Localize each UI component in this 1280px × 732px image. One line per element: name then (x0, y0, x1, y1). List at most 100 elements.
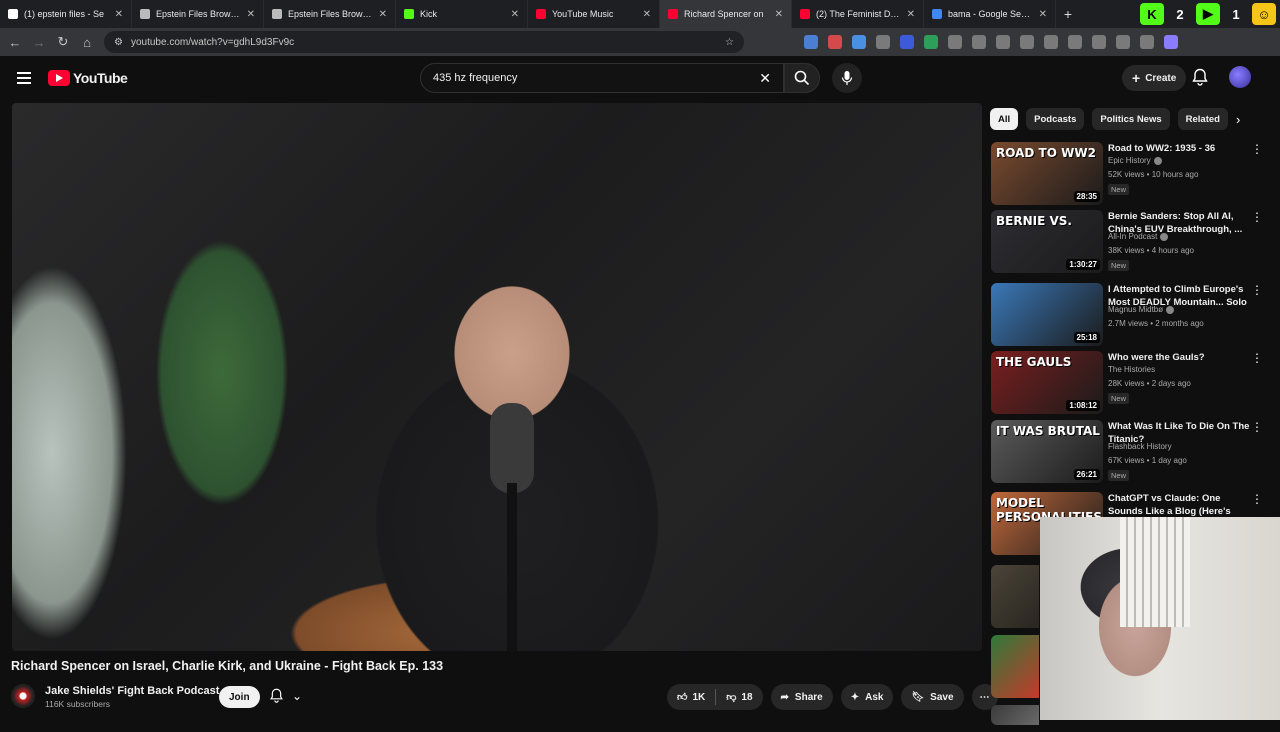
close-tab-icon[interactable]: ✕ (643, 9, 651, 20)
browser-tab[interactable]: (2) The Feminist Debat ✕ (792, 0, 924, 28)
create-button[interactable]: + Create (1122, 65, 1187, 91)
subscription-bell-button[interactable]: ⌄ (269, 688, 302, 703)
more-options-icon[interactable]: ⋮ (1251, 351, 1263, 365)
channel-avatar[interactable] (11, 684, 35, 708)
recommendation-channel-name: Epic History (1108, 156, 1151, 165)
browser-tab[interactable]: Kick ✕ (396, 0, 528, 28)
close-tab-icon[interactable]: ✕ (115, 9, 123, 20)
recommendation-item[interactable]: BERNIE VS. 1:30:27 Bernie Sanders: Stop Al… (991, 210, 1271, 276)
extension-icon[interactable] (900, 35, 914, 49)
more-options-icon[interactable]: ⋮ (1251, 210, 1263, 224)
extension-icon[interactable] (828, 35, 842, 49)
browser-tab[interactable]: Epstein Files Browser ✕ (264, 0, 396, 28)
close-tab-icon[interactable]: ✕ (775, 9, 783, 20)
recommendation-thumbnail[interactable]: ROAD TO WW2 28:35 (991, 142, 1103, 205)
chevron-right-icon[interactable]: › (1236, 112, 1240, 127)
tab-title: Epstein Files Browser (288, 9, 373, 19)
more-options-icon[interactable]: ⋮ (1251, 492, 1263, 506)
notifications-bell-icon[interactable] (1192, 68, 1208, 86)
extension-icon[interactable] (948, 35, 962, 49)
extension-icon[interactable] (996, 35, 1010, 49)
account-avatar[interactable] (1229, 66, 1251, 88)
recommendation-title[interactable]: Road to WW2: 1935 - 36 (1108, 142, 1250, 155)
back-icon[interactable]: ← (8, 35, 22, 50)
new-tab-button[interactable]: + (1056, 6, 1080, 22)
browser-tab[interactable]: Richard Spencer on ✕ (660, 0, 792, 28)
extension-icon[interactable] (1116, 35, 1130, 49)
search-button[interactable] (784, 63, 820, 93)
close-tab-icon[interactable]: ✕ (379, 9, 387, 20)
recommendation-thumbnail[interactable] (991, 705, 1039, 725)
voice-search-button[interactable] (832, 63, 862, 93)
extension-2-icon[interactable]: 2 (1168, 3, 1192, 25)
recommendation-channel[interactable]: Magnus Midtbø (1108, 305, 1175, 314)
chip-related[interactable]: Related (1177, 108, 1228, 130)
close-tab-icon[interactable]: ✕ (1039, 9, 1047, 20)
recommendation-thumbnail[interactable]: 25:18 (991, 283, 1103, 346)
reload-icon[interactable]: ↻ (56, 34, 70, 50)
play-extension-icon[interactable]: ▶ (1196, 3, 1220, 25)
extension-icon[interactable] (972, 35, 986, 49)
clear-search-icon[interactable]: ✕ (759, 70, 771, 87)
site-info-icon[interactable]: ⚙ (114, 37, 123, 48)
video-player[interactable] (12, 103, 982, 651)
chip-politics-news[interactable]: Politics News (1092, 108, 1170, 130)
share-label: Share (794, 691, 823, 703)
extension-icon[interactable] (852, 35, 866, 49)
browser-tab[interactable]: (1) epstein files - Se ✕ (0, 0, 132, 28)
url-field[interactable]: ⚙ youtube.com/watch?v=gdhL9d3Fv9c ☆ (104, 31, 744, 53)
extension-1-icon[interactable]: 1 (1224, 3, 1248, 25)
more-options-icon[interactable]: ⋮ (1251, 283, 1263, 297)
search-input[interactable] (433, 72, 760, 84)
more-options-icon[interactable]: ⋮ (1251, 142, 1263, 156)
extension-icon[interactable] (876, 35, 890, 49)
more-options-icon[interactable]: ⋮ (1251, 420, 1263, 434)
recommendation-channel[interactable]: Flashback History (1108, 442, 1172, 451)
extension-icon[interactable] (1068, 35, 1082, 49)
forward-icon[interactable]: → (32, 35, 46, 50)
kick-extension-icon[interactable]: K (1140, 3, 1164, 25)
dislike-button[interactable]: 👎︎ 18 (716, 684, 762, 710)
bookmark-star-icon[interactable]: ☆ (725, 37, 734, 48)
join-button[interactable]: Join (219, 686, 260, 708)
share-button[interactable]: ➦ Share (770, 684, 833, 710)
extension-icon[interactable] (924, 35, 938, 49)
recommendation-thumbnail[interactable]: IT WAS BRUTAL 26:21 (991, 420, 1103, 483)
extension-icon[interactable] (1140, 35, 1154, 49)
home-icon[interactable]: ⌂ (80, 35, 94, 50)
browser-tab[interactable]: Epstein Files Browser ✕ (132, 0, 264, 28)
recommendation-thumbnail[interactable] (991, 635, 1039, 698)
recommendation-thumbnail[interactable]: BERNIE VS. 1:30:27 (991, 210, 1103, 273)
extension-icon[interactable] (1044, 35, 1058, 49)
extension-icon[interactable] (1092, 35, 1106, 49)
ask-button[interactable]: ✦ Ask (840, 684, 894, 710)
menu-icon[interactable] (17, 72, 31, 84)
recommendation-title[interactable]: Who were the Gauls? (1108, 351, 1250, 364)
recommendation-item[interactable]: ROAD TO WW2 28:35 Road to WW2: 1935 - 36 Ep… (991, 142, 1271, 208)
recommendation-channel[interactable]: Epic History (1108, 156, 1162, 165)
extension-icon[interactable] (804, 35, 818, 49)
recommendation-channel[interactable]: All-In Podcast (1108, 232, 1169, 241)
extension-icon[interactable] (1020, 35, 1034, 49)
recommendation-thumbnail[interactable]: THE GAULS 1:08:12 (991, 351, 1103, 414)
youtube-logo[interactable]: YouTube (48, 70, 128, 86)
channel-name[interactable]: Jake Shields' Fight Back Podcast (45, 685, 219, 697)
recommendation-item[interactable]: THE GAULS 1:08:12 Who were the Gauls? The H… (991, 351, 1271, 417)
smiley-extension-icon[interactable]: ☺ (1252, 3, 1276, 25)
save-button[interactable]: 🔖︎ Save (901, 684, 964, 710)
extension-icon[interactable] (1164, 35, 1178, 49)
chip-podcasts[interactable]: Podcasts (1026, 108, 1085, 130)
chip-all[interactable]: All (990, 108, 1019, 130)
browser-tab[interactable]: YouTube Music ✕ (528, 0, 660, 28)
browser-tab[interactable]: bama - Google Search ✕ (924, 0, 1056, 28)
recommendation-channel[interactable]: The Histories (1108, 365, 1155, 374)
recommendation-thumbnail[interactable] (991, 565, 1039, 628)
recommendation-item[interactable]: IT WAS BRUTAL 26:21 What Was It Like To Di… (991, 420, 1271, 486)
save-label: Save (930, 691, 954, 703)
like-button[interactable]: 👍︎ 1K (667, 684, 715, 710)
close-tab-icon[interactable]: ✕ (511, 9, 519, 20)
close-tab-icon[interactable]: ✕ (907, 9, 915, 20)
close-tab-icon[interactable]: ✕ (247, 9, 255, 20)
recommendation-item[interactable]: 25:18 I Attempted to Climb Europe's Most … (991, 283, 1271, 349)
recommendation-title[interactable]: ChatGPT vs Claude: One Sounds Like a Blo… (1108, 492, 1250, 518)
